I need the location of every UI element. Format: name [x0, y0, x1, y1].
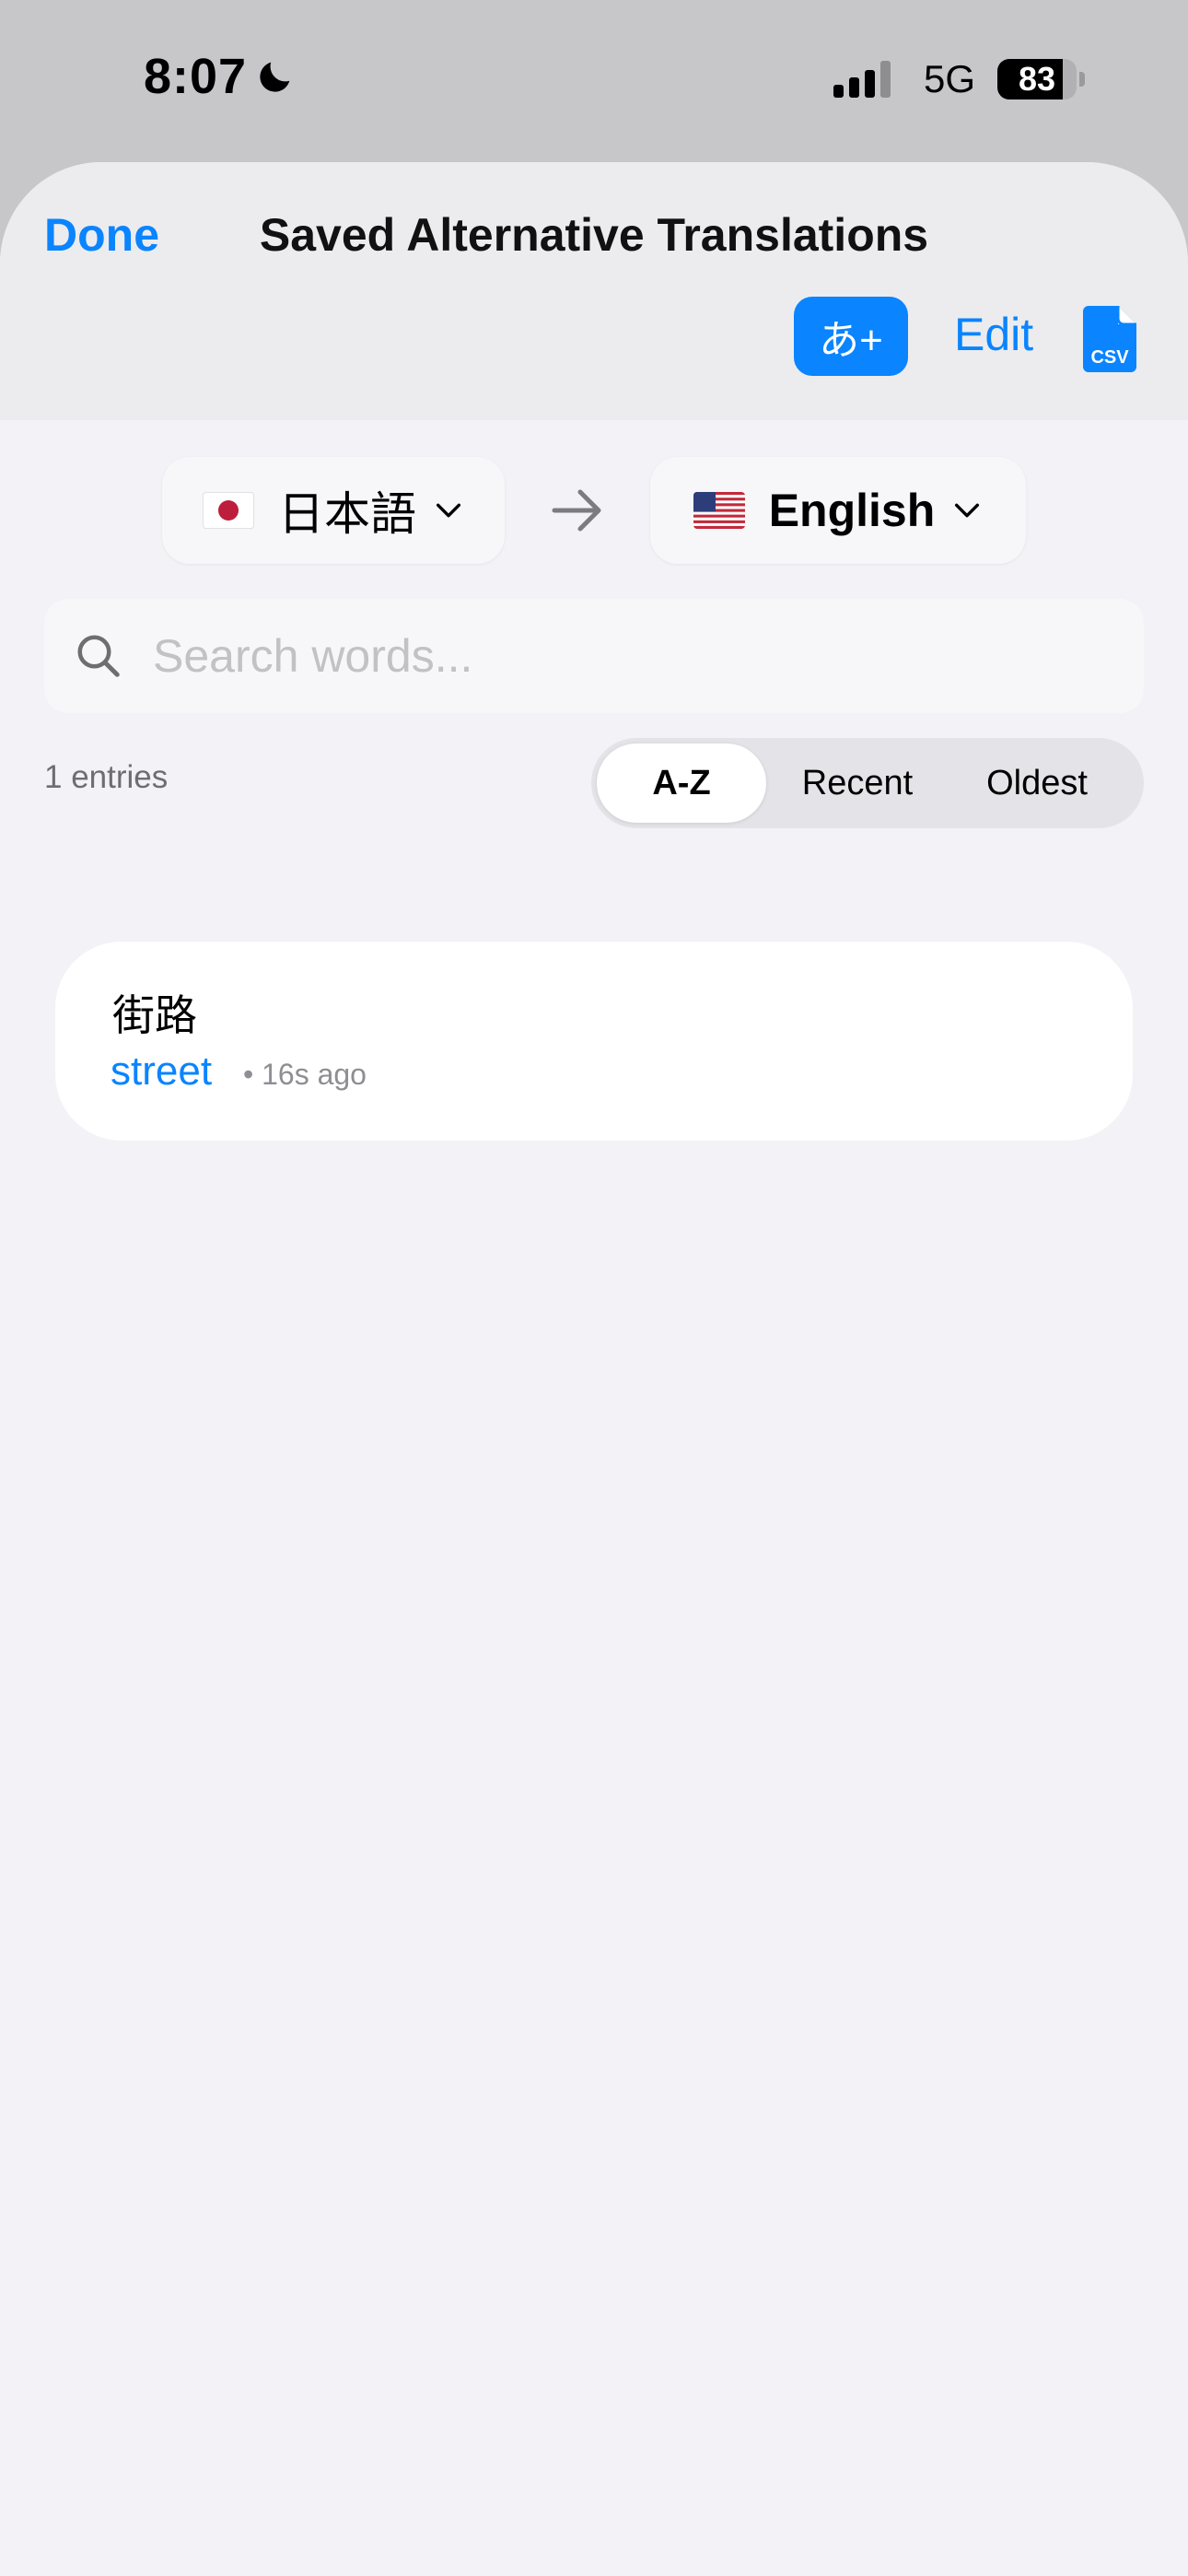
- moon-icon: [260, 62, 290, 92]
- entry-timestamp: • 16s ago: [243, 1058, 367, 1091]
- list-item[interactable]: 街路 street • 16s ago: [55, 942, 1133, 1141]
- status-indicators: 5G 83: [833, 57, 1085, 101]
- battery-cap: [1079, 72, 1085, 87]
- source-language-label: 日本語: [278, 488, 416, 540]
- arrow-right-icon: [552, 489, 601, 532]
- chevron-down-icon: [955, 503, 980, 518]
- us-flag-icon: [693, 492, 745, 529]
- entry-translation: street: [111, 1048, 213, 1094]
- chevron-down-icon: [436, 503, 461, 518]
- sheet-header: Done Saved Alternative Translations あ+ E…: [0, 162, 1188, 420]
- csv-export-icon[interactable]: CSV: [1083, 306, 1136, 372]
- add-translation-button[interactable]: あ+: [794, 297, 908, 376]
- battery-icon: 83: [997, 59, 1077, 100]
- source-language-picker[interactable]: 日本語: [162, 457, 505, 564]
- sheet: Done Saved Alternative Translations あ+ E…: [0, 162, 1188, 2576]
- sort-segmented-control: A-Z Recent Oldest: [591, 738, 1144, 828]
- signal-icon: [833, 61, 896, 98]
- search-input[interactable]: [151, 628, 1076, 684]
- status-time-group: 8:07: [144, 48, 297, 105]
- sort-option-a-z[interactable]: A-Z: [597, 744, 766, 823]
- sort-option-oldest[interactable]: Oldest: [960, 738, 1114, 828]
- sort-option-recent[interactable]: Recent: [786, 738, 928, 828]
- target-language-label: English: [768, 485, 936, 536]
- search-icon: [77, 635, 120, 677]
- edit-button[interactable]: Edit: [954, 308, 1033, 361]
- status-time: 8:07: [144, 49, 248, 104]
- status-bar: 8:07 5G 83: [0, 0, 1188, 161]
- search-bar[interactable]: [44, 599, 1144, 713]
- jp-flag-icon: [203, 492, 254, 529]
- target-language-picker[interactable]: English: [650, 457, 1026, 564]
- page-title: Saved Alternative Translations: [259, 209, 929, 261]
- csv-label: CSV: [1090, 347, 1129, 368]
- network-type: 5G: [923, 57, 975, 100]
- battery-percent: 83: [1018, 60, 1056, 98]
- entries-count: 1 entries: [44, 759, 169, 795]
- entry-source-word: 街路: [112, 991, 197, 1039]
